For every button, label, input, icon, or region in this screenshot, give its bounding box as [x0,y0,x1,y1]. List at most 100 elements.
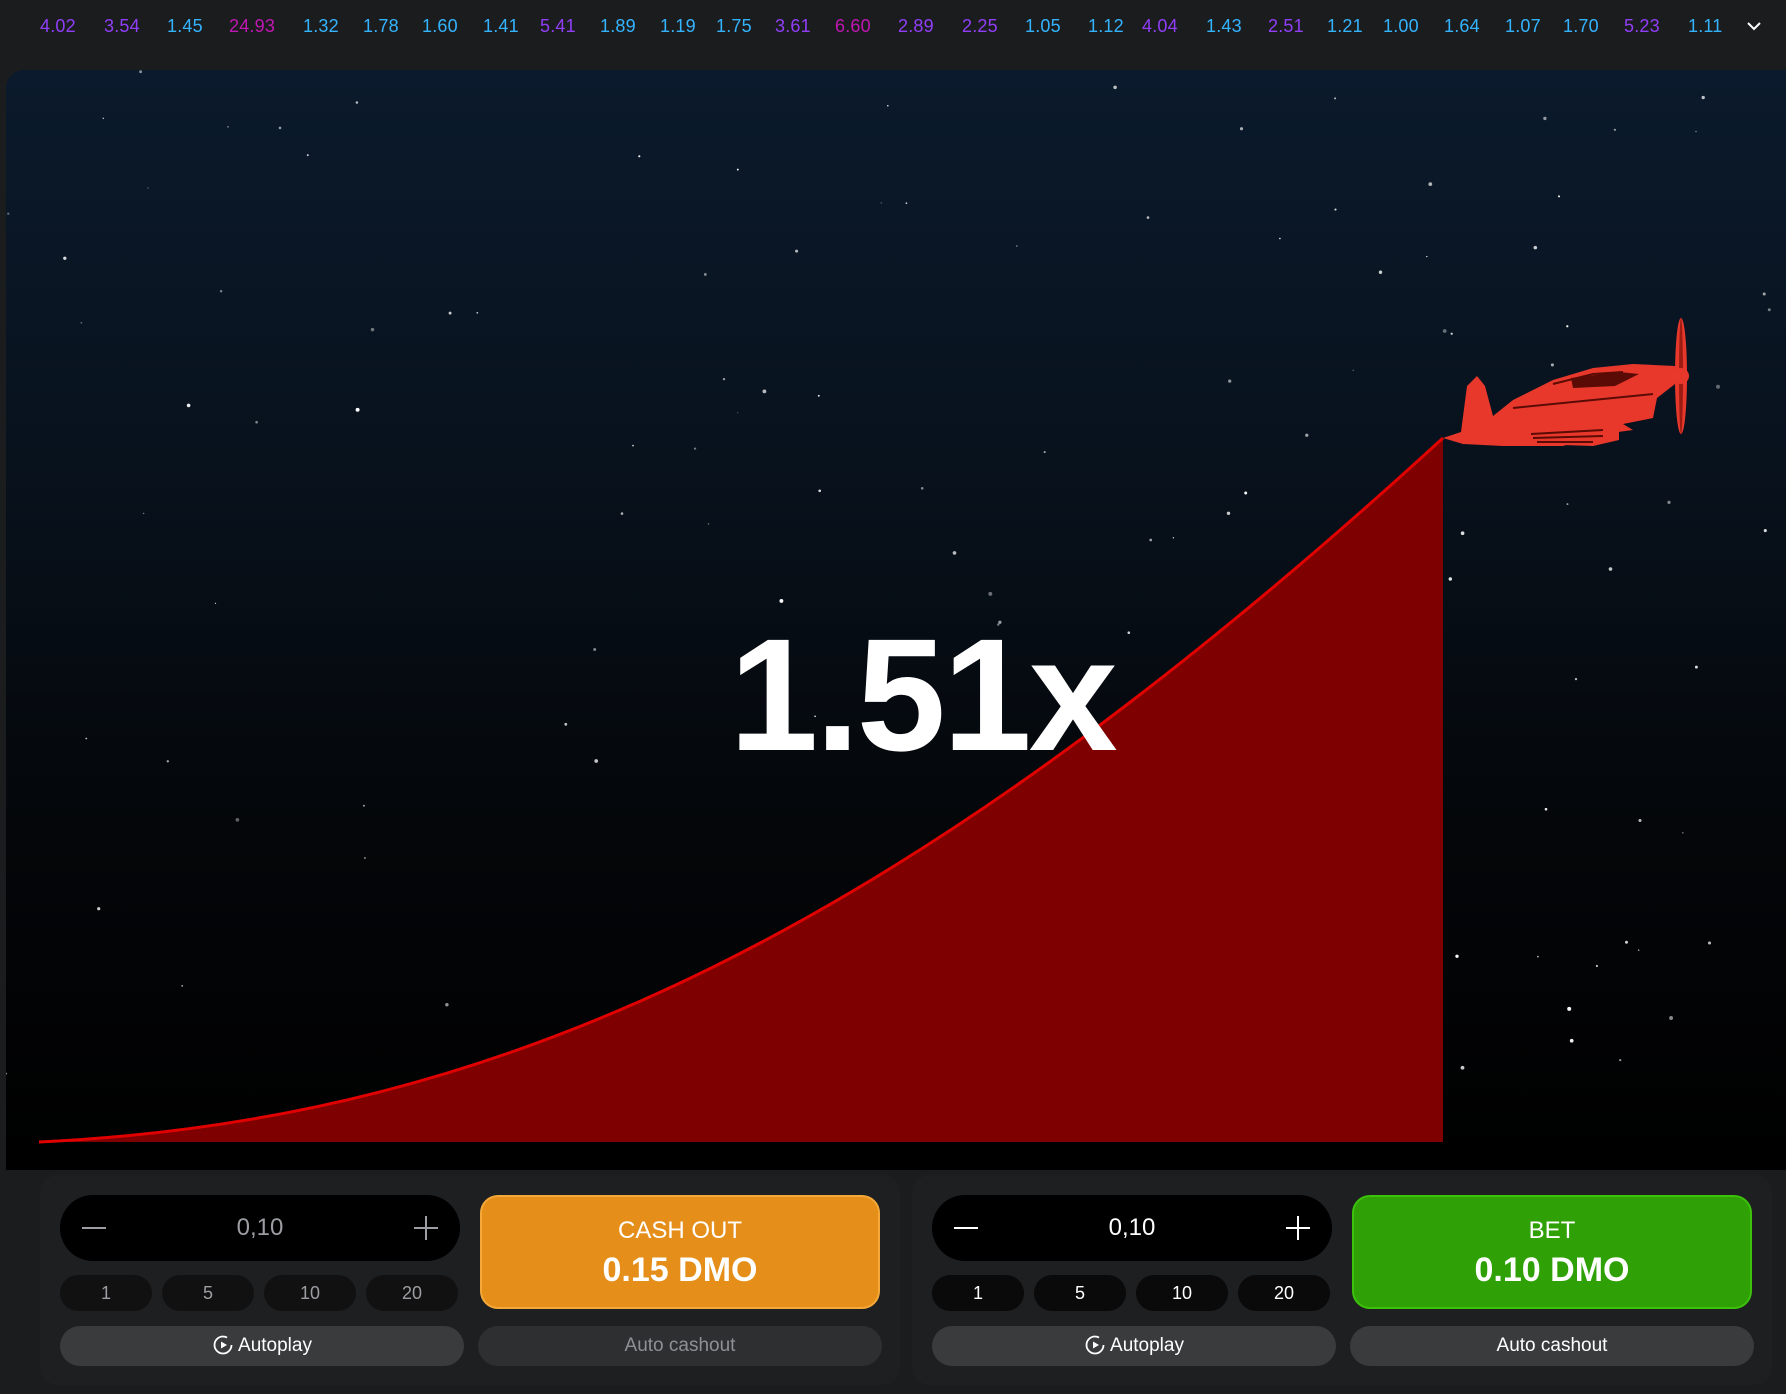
history-multiplier[interactable]: 5.23 [1624,16,1660,37]
history-multiplier[interactable]: 1.07 [1505,16,1541,37]
star [632,444,634,447]
star [1460,1065,1465,1070]
star [1701,95,1705,100]
star [1455,954,1459,958]
history-multiplier[interactable]: 1.41 [483,16,519,37]
star [1537,955,1539,958]
star [1015,245,1018,247]
history-multiplier[interactable]: 6.60 [835,16,871,37]
star [795,249,799,253]
star [1149,538,1153,542]
star [1707,941,1712,945]
bet-amount-value[interactable]: 0,10 [932,1195,1332,1261]
star [1557,195,1561,198]
bet-amount-field[interactable]: 0,10 [932,1195,1332,1261]
quick-amount-button[interactable]: 5 [1034,1275,1126,1311]
history-multiplier[interactable]: 1.12 [1088,16,1124,37]
history-multiplier[interactable]: 1.75 [716,16,752,37]
history-multiplier[interactable]: 1.19 [660,16,696,37]
star [1352,369,1354,371]
star [7,212,10,215]
star [1566,325,1569,328]
star [1681,831,1684,834]
star [1566,503,1569,506]
history-multiplier[interactable]: 1.70 [1563,16,1599,37]
quick-amount-button[interactable]: 1 [60,1275,152,1311]
increase-amount-button[interactable] [1278,1208,1318,1248]
star [1695,130,1697,133]
autoplay-button[interactable]: Autoplay [60,1326,464,1366]
bet-panel-1: 0,10 1 5 10 20 CASH OUT 0.15 DMO Autopla… [40,1175,900,1385]
star [1226,511,1231,516]
history-multiplier[interactable]: 1.60 [422,16,458,37]
history-multiplier[interactable]: 24.93 [229,16,275,37]
history-multiplier[interactable]: 1.05 [1025,16,1061,37]
star [1378,270,1383,274]
star [355,407,360,412]
cash-out-button[interactable]: CASH OUT 0.15 DMO [480,1195,880,1309]
star [1716,384,1720,389]
autoplay-button[interactable]: Autoplay [932,1326,1336,1366]
history-multiplier[interactable]: 1.64 [1444,16,1480,37]
multiplier-area-fill [39,438,1443,1142]
quick-amount-button[interactable]: 5 [162,1275,254,1311]
autoplay-icon [1085,1335,1105,1355]
star [1608,567,1613,571]
star [306,154,309,157]
star [779,598,784,603]
cash-out-amount: 0.15 DMO [602,1251,758,1289]
bet-button[interactable]: BET 0.10 DMO [1352,1195,1752,1309]
history-multiplier[interactable]: 2.51 [1268,16,1304,37]
chevron-down-icon[interactable] [1738,10,1770,42]
auto-cashout-button[interactable]: Auto cashout [478,1326,882,1366]
star [1239,127,1244,131]
star [1448,577,1453,581]
star [707,523,710,525]
history-multiplier[interactable]: 3.61 [775,16,811,37]
history-multiplier[interactable]: 1.78 [363,16,399,37]
history-multiplier[interactable]: 1.45 [167,16,203,37]
star [1043,451,1046,454]
star [1279,237,1281,240]
star [445,1002,449,1007]
history-multiplier[interactable]: 2.89 [898,16,934,37]
history-multiplier[interactable]: 4.02 [40,16,76,37]
history-multiplier[interactable]: 4.04 [1142,16,1178,37]
history-multiplier[interactable]: 1.00 [1383,16,1419,37]
autoplay-label: Autoplay [1110,1335,1184,1356]
history-multiplier[interactable]: 1.11 [1688,16,1723,37]
star [703,272,707,276]
quick-amount-button[interactable]: 20 [366,1275,458,1311]
auto-cashout-button[interactable]: Auto cashout [1350,1326,1754,1366]
star [147,187,149,189]
bet-amount-value[interactable]: 0,10 [60,1195,460,1261]
quick-amount-button[interactable]: 20 [1238,1275,1330,1311]
star [1428,182,1433,186]
quick-amount-button[interactable]: 10 [264,1275,356,1311]
star [278,126,282,130]
history-multiplier[interactable]: 1.21 [1327,16,1363,37]
bet-amount-field[interactable]: 0,10 [60,1195,460,1261]
quick-amount-button[interactable]: 10 [1136,1275,1228,1311]
star [737,412,739,414]
star [80,321,83,324]
history-multiplier[interactable]: 1.32 [303,16,339,37]
star [1619,1058,1622,1062]
star [1543,116,1547,121]
star [1767,308,1771,312]
star [638,155,641,158]
history-multiplier[interactable]: 1.89 [600,16,636,37]
star [1569,1038,1574,1043]
star [214,602,217,604]
star [1595,964,1598,968]
star [620,512,624,515]
history-multiplier[interactable]: 3.54 [104,16,140,37]
star [235,817,240,822]
history-multiplier[interactable]: 5.41 [540,16,576,37]
history-multiplier[interactable]: 1.43 [1206,16,1242,37]
increase-amount-button[interactable] [406,1208,446,1248]
history-multiplier[interactable]: 2.25 [962,16,998,37]
quick-amount-button[interactable]: 1 [932,1275,1024,1311]
star [1669,1016,1674,1020]
star [1667,500,1671,504]
